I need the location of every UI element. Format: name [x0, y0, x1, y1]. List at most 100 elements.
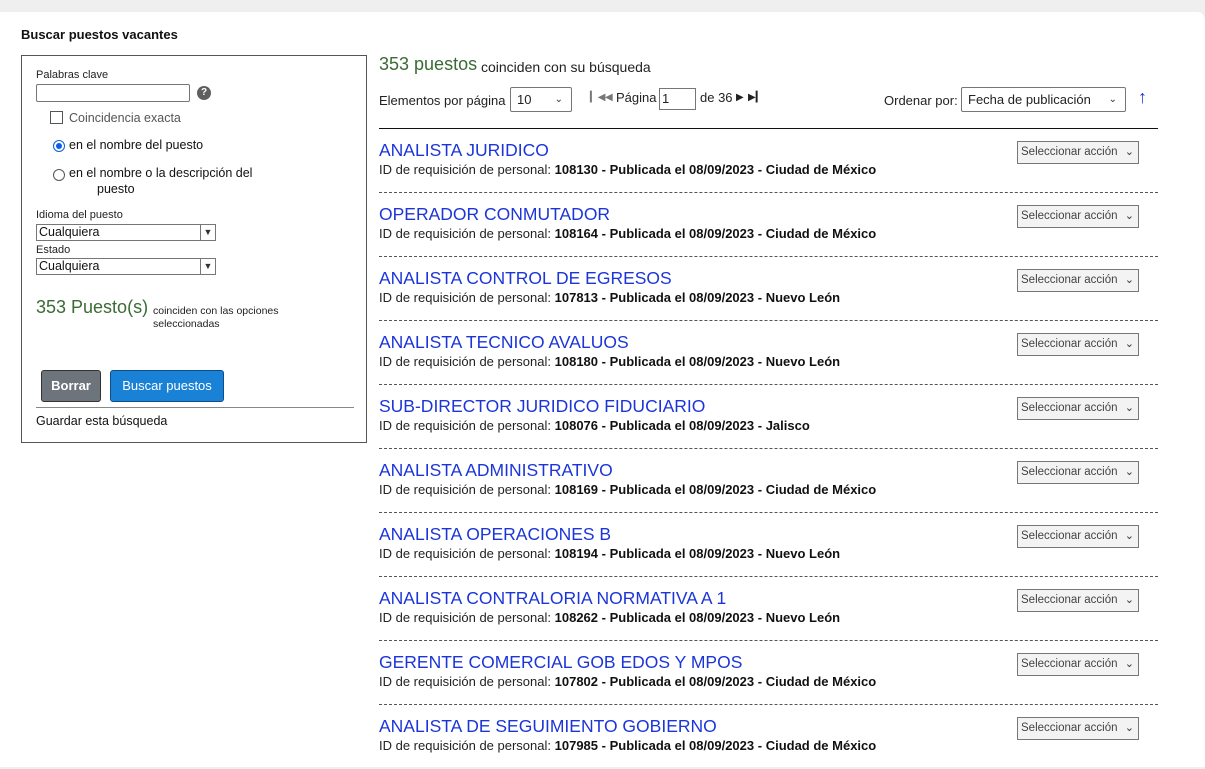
- job-id: 108194: [554, 546, 599, 561]
- job-row: ANALISTA CONTROL DE EGRESOS ID de requis…: [379, 257, 1158, 321]
- keywords-label: Palabras clave: [36, 69, 109, 81]
- chevron-down-icon: ⌄: [1124, 402, 1134, 414]
- job-id-label: ID de requisición de personal:: [379, 738, 551, 753]
- language-select[interactable]: Cualquiera ▼: [36, 224, 216, 241]
- chevron-down-icon: ⌄: [1124, 146, 1134, 158]
- help-icon[interactable]: ?: [197, 86, 211, 100]
- job-title-link[interactable]: ANALISTA DE SEGUIMIENTO GOBIERNO: [379, 716, 717, 737]
- job-id-label: ID de requisición de personal:: [379, 546, 551, 561]
- job-row: OPERADOR CONMUTADOR ID de requisición de…: [379, 193, 1158, 257]
- job-meta: ID de requisición de personal: 108180 - …: [379, 354, 841, 369]
- search-jobs-button[interactable]: Buscar puestos: [110, 370, 224, 402]
- keywords-input[interactable]: [36, 84, 190, 102]
- state-select-value: Cualquiera: [39, 259, 100, 273]
- job-published: Publicada el 08/09/2023: [609, 546, 755, 561]
- select-action-button[interactable]: Seleccionar acción ⌄: [1017, 461, 1139, 484]
- job-id: 108164: [554, 226, 599, 241]
- clear-button[interactable]: Borrar: [41, 370, 101, 402]
- job-meta: ID de requisición de personal: 107802 - …: [379, 674, 877, 689]
- job-list: ANALISTA JURIDICO ID de requisición de p…: [379, 129, 1158, 769]
- job-id-label: ID de requisición de personal:: [379, 226, 551, 241]
- job-id: 108262: [554, 610, 599, 625]
- job-id-label: ID de requisición de personal:: [379, 418, 551, 433]
- job-id-label: ID de requisición de personal:: [379, 482, 551, 497]
- job-published: Publicada el 08/09/2023: [609, 226, 755, 241]
- job-location: Ciudad de México: [765, 482, 877, 497]
- results-count: 353 puestos: [379, 54, 478, 74]
- chevron-down-icon: ▼: [200, 259, 215, 274]
- select-action-button[interactable]: Seleccionar acción ⌄: [1017, 525, 1139, 548]
- select-action-button[interactable]: Seleccionar acción ⌄: [1017, 205, 1139, 228]
- select-action-button[interactable]: Seleccionar acción ⌄: [1017, 717, 1139, 740]
- job-row: SUB-DIRECTOR JURIDICO FIDUCIARIO ID de r…: [379, 385, 1158, 449]
- job-published: Publicada el 08/09/2023: [609, 162, 755, 177]
- job-title-link[interactable]: ANALISTA ADMINISTRATIVO: [379, 460, 613, 481]
- state-select[interactable]: Cualquiera ▼: [36, 258, 216, 275]
- language-label: Idioma del puesto: [36, 209, 123, 221]
- page-number-input[interactable]: 1: [659, 88, 696, 110]
- job-id-label: ID de requisición de personal:: [379, 290, 551, 305]
- radio-title-only-label: en el nombre del puesto: [69, 138, 204, 152]
- job-location: Ciudad de México: [765, 226, 877, 241]
- job-row: GERENTE COMERCIAL GOB EDOS Y MPOS ID de …: [379, 641, 1158, 705]
- select-action-label: Seleccionar acción: [1021, 466, 1118, 478]
- exact-match-checkbox[interactable]: [50, 111, 63, 124]
- first-page-icon[interactable]: ▎◀: [590, 92, 605, 103]
- select-action-label: Seleccionar acción: [1021, 402, 1118, 414]
- select-action-label: Seleccionar acción: [1021, 210, 1118, 222]
- chevron-down-icon: ⌄: [1124, 338, 1134, 350]
- job-meta: ID de requisición de personal: 107985 - …: [379, 738, 877, 753]
- radio-title-only[interactable]: [53, 140, 65, 152]
- job-id-label: ID de requisición de personal:: [379, 162, 551, 177]
- job-title-link[interactable]: ANALISTA CONTROL DE EGRESOS: [379, 268, 672, 289]
- chevron-down-icon: ⌄: [1124, 210, 1134, 222]
- filter-match-count: 353 Puesto(s): [36, 297, 149, 317]
- job-title-link[interactable]: ANALISTA OPERACIONES B: [379, 524, 611, 545]
- select-action-button[interactable]: Seleccionar acción ⌄: [1017, 589, 1139, 612]
- chevron-down-icon: ⌄: [554, 94, 563, 105]
- per-page-select[interactable]: 10 ⌄: [510, 87, 572, 112]
- job-published: Publicada el 08/09/2023: [609, 290, 755, 305]
- select-action-label: Seleccionar acción: [1021, 530, 1118, 542]
- chevron-down-icon: ⌄: [1124, 530, 1134, 542]
- last-page-icon[interactable]: ▶▎: [748, 92, 763, 103]
- radio-title-description[interactable]: [53, 169, 65, 181]
- chevron-down-icon: ⌄: [1108, 94, 1117, 105]
- job-title-link[interactable]: ANALISTA JURIDICO: [379, 140, 549, 161]
- page-title: Buscar puestos vacantes: [21, 27, 178, 42]
- job-title-link[interactable]: ANALISTA TECNICO AVALUOS: [379, 332, 629, 353]
- select-action-button[interactable]: Seleccionar acción ⌄: [1017, 269, 1139, 292]
- job-title-link[interactable]: GERENTE COMERCIAL GOB EDOS Y MPOS: [379, 652, 742, 673]
- select-action-button[interactable]: Seleccionar acción ⌄: [1017, 653, 1139, 676]
- sort-select[interactable]: Fecha de publicación ⌄: [961, 87, 1126, 112]
- page-total: de 36: [700, 90, 733, 105]
- sort-ascending-icon[interactable]: ↑: [1138, 87, 1147, 108]
- job-meta: ID de requisición de personal: 108164 - …: [379, 226, 877, 241]
- job-row: ANALISTA DE SEGUIMIENTO GOBIERNO ID de r…: [379, 705, 1158, 769]
- job-published: Publicada el 08/09/2023: [609, 738, 755, 753]
- job-id: 108169: [554, 482, 599, 497]
- filter-match-text-line2: seleccionadas: [153, 318, 220, 330]
- select-action-button[interactable]: Seleccionar acción ⌄: [1017, 333, 1139, 356]
- job-location: Ciudad de México: [765, 738, 877, 753]
- search-filters-panel: Palabras clave ? Coincidencia exacta en …: [21, 55, 367, 443]
- divider: [36, 407, 354, 408]
- sort-label: Ordenar por:: [884, 93, 958, 108]
- job-id: 108076: [554, 418, 599, 433]
- job-title-link[interactable]: ANALISTA CONTRALORIA NORMATIVA A 1: [379, 588, 726, 609]
- job-published: Publicada el 08/09/2023: [609, 418, 755, 433]
- job-title-link[interactable]: OPERADOR CONMUTADOR: [379, 204, 610, 225]
- job-id-label: ID de requisición de personal:: [379, 674, 551, 689]
- job-title-link[interactable]: SUB-DIRECTOR JURIDICO FIDUCIARIO: [379, 396, 705, 417]
- exact-match-label: Coincidencia exacta: [69, 111, 181, 125]
- job-meta: ID de requisición de personal: 108076 - …: [379, 418, 810, 433]
- chevron-down-icon: ▼: [200, 225, 215, 240]
- job-location: Nuevo León: [765, 290, 841, 305]
- next-page-icon[interactable]: ▶: [736, 92, 744, 103]
- save-search-link[interactable]: Guardar esta búsqueda: [36, 414, 167, 428]
- select-action-button[interactable]: Seleccionar acción ⌄: [1017, 397, 1139, 420]
- prev-page-icon[interactable]: ◀: [605, 92, 613, 103]
- job-location: Ciudad de México: [765, 162, 877, 177]
- select-action-button[interactable]: Seleccionar acción ⌄: [1017, 141, 1139, 164]
- chevron-down-icon: ⌄: [1124, 722, 1134, 734]
